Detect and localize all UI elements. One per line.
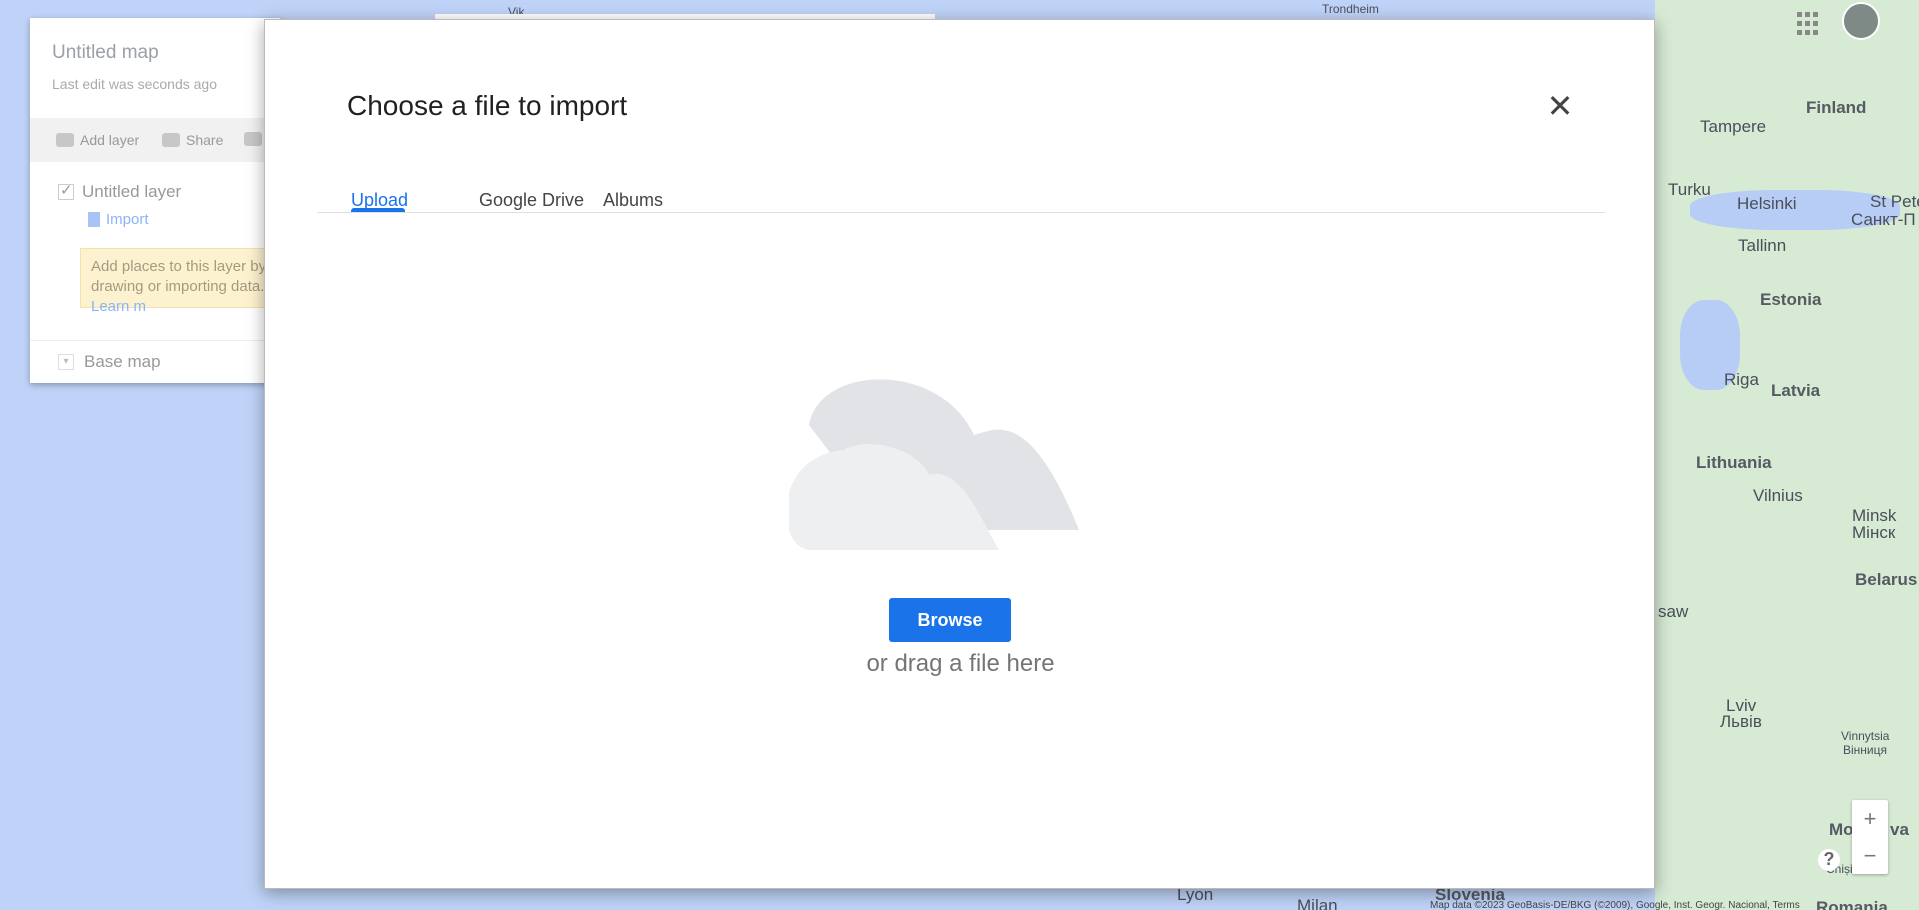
- layer-checkbox[interactable]: [58, 181, 74, 200]
- dialog-title: Choose a file to import: [347, 90, 628, 121]
- map-label: Belarus: [1855, 570, 1918, 589]
- map-title[interactable]: Untitled map: [52, 42, 159, 64]
- map-label: Latvia: [1771, 381, 1821, 400]
- import-link[interactable]: Import: [88, 211, 149, 228]
- share-label: Share: [186, 132, 224, 148]
- panel-divider: [30, 340, 280, 341]
- tip-text: Add places to this layer by drawing or i…: [91, 258, 267, 295]
- map-label: Trondheim: [1322, 2, 1379, 16]
- zoom-out-button[interactable]: −: [1852, 837, 1888, 874]
- add-layer-label: Add layer: [80, 132, 140, 148]
- panel-toolbar: Add layer Share: [30, 118, 280, 162]
- map-label: Vinnytsia: [1841, 729, 1890, 743]
- chevron-down-icon[interactable]: ▾: [58, 354, 74, 370]
- layer-item[interactable]: Untitled layer: [58, 181, 181, 202]
- zoom-in-button[interactable]: +: [1852, 800, 1888, 837]
- zoom-control: + −: [1852, 800, 1888, 874]
- import-tabs: Upload Google Drive Albums: [317, 158, 1605, 213]
- share-button[interactable]: Share: [162, 132, 223, 148]
- map-sidebar-panel: Untitled map Last edit was seconds ago A…: [30, 18, 280, 383]
- close-icon[interactable]: ✕: [1545, 90, 1575, 122]
- map-label: Finland: [1806, 98, 1867, 117]
- cloud-illustration-icon: [789, 379, 1079, 550]
- learn-more-link[interactable]: Learn m: [91, 298, 146, 315]
- map-label: Riga: [1724, 370, 1759, 389]
- last-edit-text: Last edit was seconds ago: [52, 76, 217, 92]
- import-dialog: Choose a file to import ✕ Upload Google …: [264, 19, 1655, 889]
- map-label: Mo: [1829, 820, 1854, 839]
- preview-button[interactable]: [244, 132, 262, 146]
- map-label: Helsinki: [1737, 194, 1797, 213]
- map-label: St Pete: [1870, 192, 1919, 211]
- layers-icon: [56, 133, 74, 147]
- map-label: Tallinn: [1738, 236, 1787, 255]
- tab-albums[interactable]: Albums: [603, 190, 663, 211]
- map-label: Romania: [1816, 898, 1888, 910]
- base-map-label: Base map: [84, 352, 161, 371]
- layer-tip: Add places to this layer by drawing or i…: [80, 248, 280, 315]
- map-label: Vilnius: [1753, 486, 1803, 505]
- drag-drop-hint: or drag a file here: [866, 650, 1055, 677]
- browse-button[interactable]: Browse: [889, 598, 1011, 642]
- import-file-icon: [88, 212, 100, 227]
- apps-grid-icon[interactable]: [1797, 12, 1821, 36]
- add-layer-button[interactable]: Add layer: [56, 132, 139, 148]
- layer-name[interactable]: Untitled layer: [82, 182, 181, 202]
- map-label: Lithuania: [1696, 453, 1772, 472]
- account-avatar[interactable]: [1842, 2, 1880, 40]
- map-label: Tampere: [1700, 117, 1767, 136]
- help-icon[interactable]: ?: [1818, 849, 1840, 871]
- base-map-item[interactable]: ▾ Base map: [58, 352, 161, 372]
- map-label: Санкт-П: [1851, 210, 1916, 229]
- add-person-icon: [162, 133, 180, 147]
- active-tab-indicator: [351, 208, 405, 212]
- map-label: Milan: [1297, 896, 1338, 910]
- map-label: va: [1890, 820, 1909, 839]
- import-label: Import: [106, 211, 149, 228]
- map-label: Вінниця: [1843, 743, 1887, 757]
- eye-icon: [244, 132, 262, 146]
- map-label: Мінск: [1852, 523, 1896, 542]
- map-label: saw: [1658, 602, 1689, 621]
- map-attribution: Map data ©2023 GeoBasis-DE/BKG (©2009), …: [1430, 900, 1800, 910]
- map-label: Львів: [1720, 712, 1762, 731]
- map-label: Estonia: [1760, 290, 1822, 309]
- tab-google-drive[interactable]: Google Drive: [479, 190, 584, 211]
- map-land: [1655, 0, 1919, 910]
- map-label: Turku: [1668, 180, 1711, 199]
